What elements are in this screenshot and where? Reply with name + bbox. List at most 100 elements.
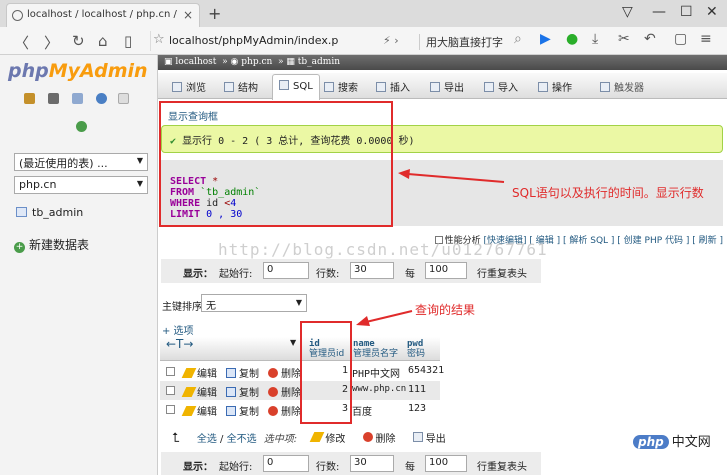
column-pwd[interactable]: pwd 密码	[407, 339, 425, 359]
options-link[interactable]: + 选项	[162, 322, 194, 337]
bulk-export-button[interactable]: 导出	[412, 432, 446, 445]
sql-icon	[279, 80, 289, 90]
db-icon: ◉	[230, 57, 239, 67]
plus-icon: +	[14, 242, 25, 253]
breadcrumb: ▣ localhost » ◉ php.cn » ▦ tb_admin	[158, 55, 727, 70]
column-name[interactable]: name 管理员名字	[353, 339, 398, 359]
new-tab-button[interactable]: +	[208, 4, 221, 23]
chevron-down-icon: ▼	[136, 156, 143, 165]
back-icon[interactable]: 〈	[14, 32, 29, 53]
server-icon: ▣	[164, 57, 173, 67]
breadcrumb-db[interactable]: php.cn	[241, 57, 272, 67]
extension-icon[interactable]: ⚡ ›	[383, 34, 399, 47]
row-checkbox[interactable]	[166, 405, 175, 414]
close-window-button[interactable]: ✕	[706, 4, 718, 20]
edit-link[interactable]: 编辑	[181, 365, 217, 380]
search-hint: 用大脑直接打字	[419, 34, 503, 50]
check-all-link[interactable]: 全选	[197, 434, 217, 445]
menu-icon[interactable]: ▽	[622, 4, 633, 20]
recent-tables-select[interactable]: (最近使用的表) ... ▼	[14, 153, 148, 171]
watermark: http://blog.csdn.net/u012767761	[218, 240, 548, 259]
undo-icon[interactable]: ↶	[644, 31, 656, 47]
more-menu-icon[interactable]: ≡	[700, 31, 712, 47]
delete-link[interactable]: 删除	[268, 384, 301, 399]
tab-browse[interactable]: 浏览	[172, 79, 206, 94]
sidebar-item-tb-admin[interactable]: tb_admin	[16, 206, 83, 219]
repeat-header-input[interactable]: 100	[425, 262, 467, 279]
edit-link[interactable]: 编辑	[181, 384, 217, 399]
rows-input[interactable]: 30	[350, 262, 394, 279]
play-icon[interactable]: ▶	[540, 31, 551, 47]
tab-search[interactable]: 搜索	[324, 79, 358, 94]
tab-structure[interactable]: 结构	[224, 79, 258, 94]
uncheck-all-link[interactable]: 全不选	[227, 434, 257, 445]
annotation-arrow	[356, 310, 413, 326]
column-arrows-icon[interactable]: ←T→	[166, 337, 193, 351]
chat-icon[interactable]: ●	[566, 31, 578, 47]
browser-tab[interactable]: localhost / localhost / php.cn / tb ×	[6, 3, 200, 27]
tab-triggers[interactable]: 触发器	[600, 79, 644, 94]
chevron-down-icon: ▼	[295, 298, 302, 307]
pencil-icon	[310, 432, 325, 442]
php-cn-logo: php 中文网	[629, 431, 715, 453]
pager-top: 显示： 起始行: 0 行数: 30 每 100 行重复表头	[161, 259, 541, 283]
exit-icon[interactable]	[48, 93, 59, 104]
tab-operations[interactable]: 操作	[538, 79, 572, 94]
minimize-button[interactable]: —	[652, 4, 666, 20]
query-window-icon[interactable]	[72, 93, 83, 104]
sort-select[interactable]: 无 ▼	[201, 294, 307, 312]
annotation-box-results	[300, 321, 352, 424]
pencil-icon	[181, 406, 197, 416]
breadcrumb-table[interactable]: tb_admin	[298, 57, 340, 67]
annotation-result-note: 查询的结果	[415, 303, 476, 317]
bulk-edit-button[interactable]: 修改	[310, 432, 345, 445]
reader-icon[interactable]: ▯	[124, 32, 132, 50]
tab-sql[interactable]: SQL	[272, 74, 320, 100]
tab-insert[interactable]: 插入	[376, 79, 410, 94]
copy-icon	[226, 368, 236, 378]
delete-link[interactable]: 删除	[268, 365, 301, 380]
bag-icon[interactable]: ▢	[674, 31, 687, 47]
rows-input[interactable]: 30	[350, 455, 394, 472]
breadcrumb-server[interactable]: localhost	[175, 57, 216, 67]
edit-link[interactable]: 编辑	[181, 403, 217, 418]
database-select[interactable]: php.cn ▼	[14, 176, 148, 194]
copy-link[interactable]: 复制	[226, 384, 259, 399]
home-icon[interactable]: ⌂	[98, 32, 108, 50]
copy-link[interactable]: 复制	[226, 403, 259, 418]
chevron-down-icon: ▼	[136, 179, 143, 188]
pencil-icon	[181, 387, 197, 397]
phpmyadmin-logo[interactable]: phpMyAdmin	[8, 60, 148, 82]
tab-import[interactable]: 导入	[484, 79, 518, 94]
row-checkbox[interactable]	[166, 386, 175, 395]
trigger-icon	[600, 82, 610, 92]
import-icon	[484, 82, 494, 92]
delete-link[interactable]: 删除	[268, 403, 301, 418]
bulk-delete-button[interactable]: 删除	[362, 432, 396, 445]
home-icon[interactable]	[24, 93, 35, 104]
reload-icon[interactable]: ↻	[72, 32, 85, 50]
copy-icon	[226, 387, 236, 397]
annotation-box-query	[159, 101, 393, 227]
start-row-input[interactable]: 0	[263, 455, 309, 472]
copy-icon	[226, 406, 236, 416]
delete-icon	[268, 406, 278, 416]
repeat-header-input[interactable]: 100	[425, 455, 467, 472]
help-icon[interactable]	[96, 93, 107, 104]
reload-nav-icon[interactable]	[76, 121, 87, 132]
copy-link[interactable]: 复制	[226, 365, 259, 380]
maximize-button[interactable]: ☐	[680, 4, 693, 20]
new-table-button[interactable]: + 新建数据表	[14, 236, 89, 253]
close-tab-icon[interactable]: ×	[183, 8, 193, 22]
row-checkbox[interactable]	[166, 367, 175, 376]
scissors-icon[interactable]: ✂	[618, 31, 630, 47]
wrench-icon	[538, 82, 548, 92]
chevron-down-icon[interactable]: ▼	[290, 338, 296, 347]
star-icon[interactable]: ☆	[153, 32, 165, 47]
download-icon[interactable]: ⤓	[592, 31, 598, 47]
settings-icon[interactable]	[118, 93, 129, 104]
start-row-input[interactable]: 0	[263, 262, 309, 279]
tab-export[interactable]: 导出	[430, 79, 464, 94]
search-icon[interactable]: ⌕	[514, 31, 522, 47]
forward-icon[interactable]: 〉	[44, 32, 59, 53]
